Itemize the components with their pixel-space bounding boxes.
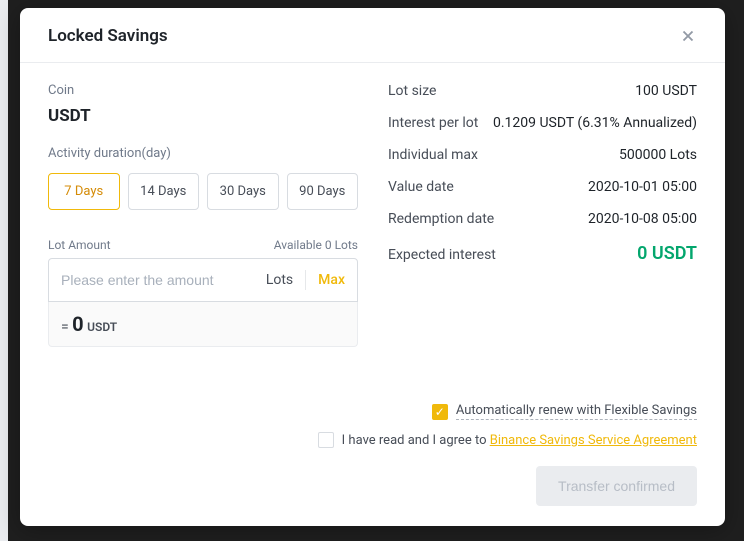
info-value: 2020-10-01 05:00 <box>588 179 697 195</box>
expected-interest-label: Expected interest <box>388 247 496 263</box>
close-icon <box>679 27 697 45</box>
duration-label: Activity duration(day) <box>48 146 358 161</box>
available-lots: Available 0 Lots <box>274 238 358 252</box>
agree-prefix: I have read and I agree to <box>342 433 490 448</box>
right-column: Lot size 100 USDT Interest per lot 0.120… <box>388 83 697 393</box>
equals-prefix: = <box>61 319 72 335</box>
info-label: Value date <box>388 179 454 195</box>
info-value: 500000 Lots <box>619 147 697 163</box>
info-value: 2020-10-08 05:00 <box>588 211 697 227</box>
duration-7-days[interactable]: 7 Days <box>48 173 120 210</box>
duration-30-days[interactable]: 30 Days <box>207 173 279 210</box>
info-label: Individual max <box>388 147 478 163</box>
coin-name: USDT <box>48 106 358 126</box>
lot-amount-label: Lot Amount <box>48 238 111 252</box>
equals-unit: USDT <box>87 320 117 334</box>
lot-amount-input-wrap: Lots Max <box>48 258 358 302</box>
modal-header: Locked Savings <box>20 8 725 63</box>
auto-renew-label: Automatically renew with Flexible Saving… <box>456 403 697 420</box>
modal-title: Locked Savings <box>48 26 168 46</box>
info-row-expected-interest: Expected interest 0 USDT <box>388 243 697 264</box>
left-column: Coin USDT Activity duration(day) 7 Days … <box>48 83 358 393</box>
close-button[interactable] <box>679 27 697 45</box>
agree-row: I have read and I agree to Binance Savin… <box>318 432 697 448</box>
info-value: 100 USDT <box>635 83 697 99</box>
info-label: Redemption date <box>388 211 494 227</box>
auto-renew-row: Automatically renew with Flexible Saving… <box>432 403 697 420</box>
modal-footer: Automatically renew with Flexible Saving… <box>20 403 725 526</box>
duration-options: 7 Days 14 Days 30 Days 90 Days <box>48 173 358 210</box>
duration-14-days[interactable]: 14 Days <box>128 173 200 210</box>
locked-savings-modal: Locked Savings Coin USDT Activity durati… <box>20 8 725 526</box>
agree-checkbox[interactable] <box>318 432 334 448</box>
info-row-lot-size: Lot size 100 USDT <box>388 83 697 99</box>
info-value: 0.1209 USDT (6.31% Annualized) <box>493 115 697 131</box>
transfer-confirmed-button[interactable]: Transfer confirmed <box>536 466 697 506</box>
input-divider <box>305 270 306 290</box>
equals-value: 0 <box>72 312 83 336</box>
coin-label: Coin <box>48 83 358 98</box>
auto-renew-checkbox[interactable] <box>432 404 448 420</box>
lots-unit: Lots <box>266 272 293 288</box>
info-label: Lot size <box>388 83 436 99</box>
info-row-individual-max: Individual max 500000 Lots <box>388 147 697 163</box>
info-row-interest-per-lot: Interest per lot 0.1209 USDT (6.31% Annu… <box>388 115 697 131</box>
lot-amount-input[interactable] <box>61 272 266 288</box>
equals-row: = 0 USDT <box>48 302 358 347</box>
info-row-redemption-date: Redemption date 2020-10-08 05:00 <box>388 211 697 227</box>
info-row-value-date: Value date 2020-10-01 05:00 <box>388 179 697 195</box>
service-agreement-link[interactable]: Binance Savings Service Agreement <box>490 433 697 448</box>
max-button[interactable]: Max <box>318 272 345 288</box>
duration-90-days[interactable]: 90 Days <box>287 173 359 210</box>
info-label: Interest per lot <box>388 115 478 131</box>
expected-interest-value: 0 USDT <box>637 243 697 264</box>
